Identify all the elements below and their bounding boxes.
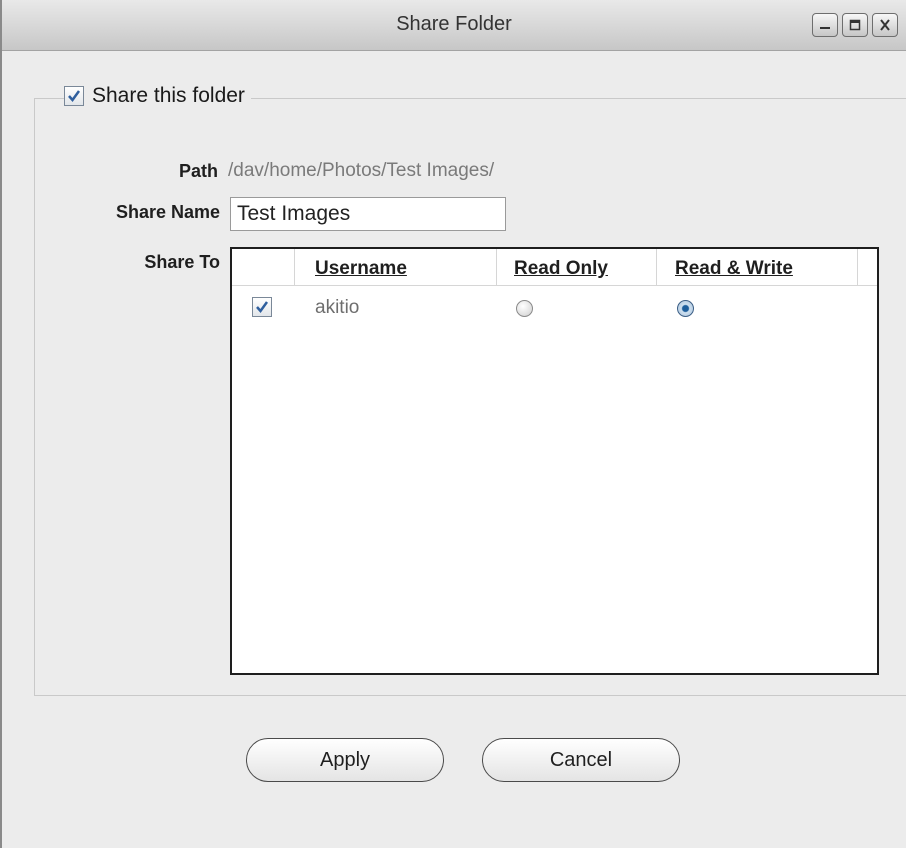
read-only-radio[interactable] [516, 300, 533, 317]
share-this-folder-option[interactable]: Share this folder [64, 84, 251, 108]
column-divider [294, 249, 295, 285]
read-write-column-header[interactable]: Read & Write [675, 258, 793, 280]
share-this-folder-label: Share this folder [92, 84, 245, 107]
path-value: /dav/home/Photos/Test Images/ [228, 160, 495, 181]
apply-button[interactable]: Apply [246, 738, 444, 782]
column-divider [656, 249, 657, 285]
window-controls [812, 13, 898, 37]
table-header: Username Read Only Read & Write [232, 249, 877, 286]
title-bar[interactable]: Share Folder [2, 0, 906, 51]
share-name-input[interactable] [230, 197, 506, 231]
share-folder-window: Share Folder Share this folder Path /dav… [0, 0, 906, 848]
username-cell: akitio [315, 297, 360, 318]
share-this-folder-checkbox[interactable] [64, 86, 84, 106]
minimize-button[interactable] [812, 13, 838, 37]
read-write-radio[interactable] [677, 300, 694, 317]
user-share-checkbox[interactable] [252, 297, 272, 317]
path-label: Path [178, 161, 218, 181]
close-icon [880, 19, 890, 31]
share-to-label: Share To [144, 252, 220, 272]
column-divider [496, 249, 497, 285]
close-button[interactable] [872, 13, 898, 37]
checkbox-checked-icon [68, 90, 81, 103]
checkbox-checked-icon [256, 301, 269, 314]
maximize-icon [849, 19, 861, 31]
share-name-label: Share Name [115, 202, 220, 222]
minimize-icon [820, 27, 830, 29]
cancel-button[interactable]: Cancel [482, 738, 680, 782]
share-to-table: Username Read Only Read & Write akitio [230, 247, 879, 675]
maximize-button[interactable] [842, 13, 868, 37]
username-column-header[interactable]: Username [315, 258, 407, 280]
read-only-column-header[interactable]: Read Only [514, 258, 608, 280]
window-title: Share Folder [396, 13, 512, 35]
column-divider [857, 249, 858, 285]
